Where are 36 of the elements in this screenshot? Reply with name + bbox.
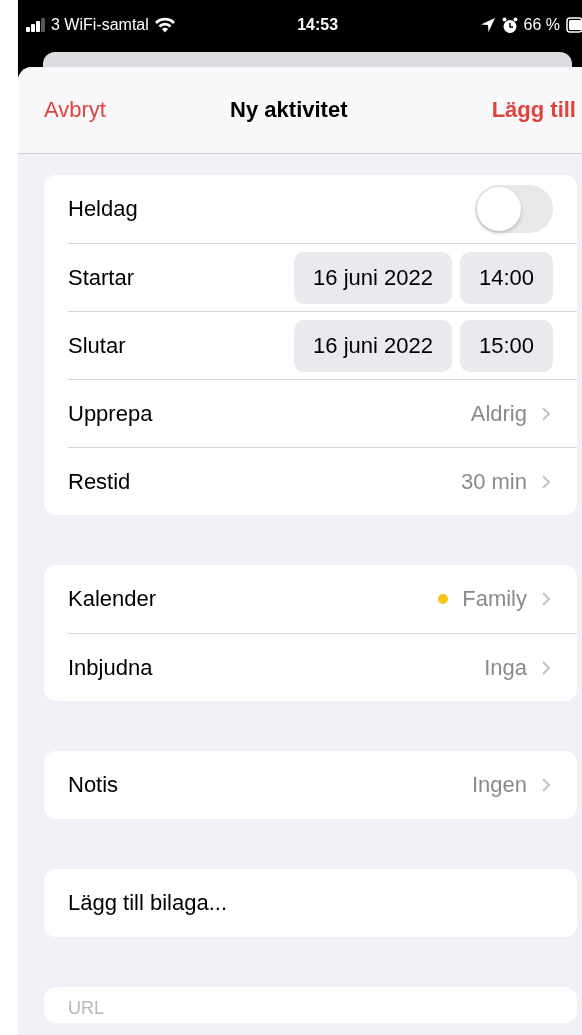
chevron-icon [541,591,551,607]
alarm-clock-icon [501,16,518,34]
row-label: Startar [68,264,135,291]
wifi-icon [153,17,176,33]
row-value: Inga [484,654,527,681]
battery-percentage: 66 % [523,16,560,34]
row-label: Inbjudna [68,654,153,681]
location-arrow-icon [479,17,496,33]
row-label: Slutar [68,332,126,359]
row-value: 30 min [460,468,527,495]
row-label: Notis [68,772,119,798]
battery-icon [566,17,582,33]
chevron-icon [541,777,551,793]
time-button[interactable]: 15:00 [459,319,553,372]
row-label: Restid [68,468,131,495]
chevron-icon [541,659,551,676]
row-label: Kalender [68,586,157,612]
url-field[interactable]: URL [44,987,577,1023]
carrier-name: 3 WiFi-samtal [51,16,149,34]
clock-time: 14:53 [297,16,339,34]
row-value: Ingen [471,772,527,798]
row-value: Aldrig [470,400,527,427]
date-button[interactable]: 16 juni 2022 [294,319,452,372]
chevron-icon [541,473,551,490]
time-button[interactable]: 14:00 [459,251,553,304]
attachment-link[interactable]: Lägg till bilaga... [68,890,227,916]
toggle-switch[interactable] [475,185,553,233]
signal-icon [26,18,46,32]
date-button[interactable]: 16 juni 2022 [294,251,452,304]
screen-title: Ny aktivitet [230,97,348,123]
row-label: Heldag [68,196,138,222]
chevron-icon [541,405,551,422]
cancel-button[interactable]: Avbryt [44,97,106,123]
row-value: Family [462,586,527,612]
row-label: Upprepa [68,400,153,427]
add-button[interactable]: Lägg till [491,97,576,123]
